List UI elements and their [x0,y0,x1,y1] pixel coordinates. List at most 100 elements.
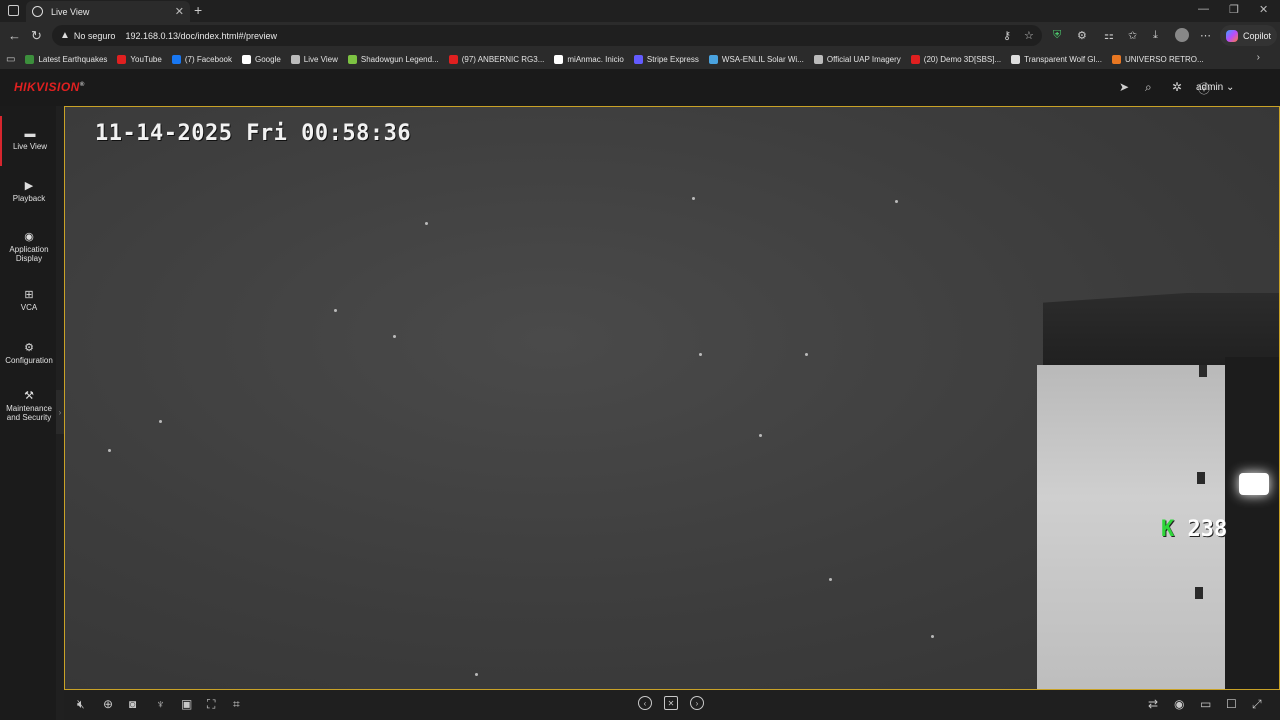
nav-vca[interactable]: ⊞ VCA [0,290,58,313]
bookmark-item[interactable]: Official UAP Imagery [813,54,901,64]
star-dot [475,673,478,676]
star-dot [393,335,396,338]
nav-collapse-handle[interactable]: › [56,390,64,434]
focus-icon[interactable]: ⛶ [207,697,215,712]
tab-close-icon[interactable]: ✕ [175,5,184,18]
nav-live-view[interactable]: ▬ Live View [0,116,58,166]
fullscreen-icon[interactable]: ⤢ [1252,697,1262,712]
bookmark-label: YouTube [130,54,162,64]
bookmark-favicon-icon [241,54,251,64]
restore-icon[interactable]: ❐ [1229,3,1239,16]
bookmark-label: (7) Facebook [184,54,232,64]
bookmark-item[interactable]: YouTube [117,54,162,64]
profile-avatar[interactable] [1175,28,1189,42]
copilot-button[interactable]: Copilot [1220,25,1278,46]
nav-application-display[interactable]: ◉ Application Display [0,231,58,264]
bookmark-item[interactable]: (7) Facebook [171,54,232,64]
bookmark-item[interactable]: miAnmac. Inicio [554,54,624,64]
star-dot [759,434,762,437]
wizard-icon[interactable]: ✲ [1172,80,1182,94]
security-warning[interactable]: No seguro [74,31,116,41]
microphone-icon[interactable]: ♆ [156,697,165,711]
audio-mute-icon[interactable]: 🔇︎ [77,697,85,712]
next-icon[interactable]: › [690,696,704,710]
bookmark-item[interactable]: UNIVERSO RETRO... [1111,54,1204,64]
bookmark-item[interactable]: (20) Demo 3D[SBS]... [910,54,1001,64]
bookmark-item[interactable]: Stripe Express [633,54,699,64]
url-text[interactable]: 192.168.0.13/doc/index.html#/preview [125,31,277,41]
bookmarks-overflow-icon[interactable]: › [1257,52,1260,63]
bookmark-label: Transparent Wolf Gl... [1024,54,1102,64]
more-menu-icon[interactable]: ⋯ [1200,29,1211,42]
send-icon[interactable]: ➤ [1119,80,1129,94]
osd-overlay-badge: K 238 [1161,517,1227,542]
bookmark-item[interactable]: Google [241,54,281,64]
minimize-icon[interactable]: — [1198,3,1209,15]
live-view-video[interactable]: 11-14-2025 Fri 00:58:36 K 238 [64,106,1280,690]
url-field[interactable]: ▲ No seguro 192.168.0.13/doc/index.html#… [52,25,1042,46]
building-window [1195,587,1203,599]
bookmark-favicon-icon [910,54,920,64]
user-menu[interactable]: admin ⌄ [1196,82,1234,93]
bookmark-label: Latest Earthquakes [38,54,108,64]
bookmark-label: Shadowgun Legend... [360,54,439,64]
bookmark-favicon-icon [117,54,127,64]
stop-all-icon[interactable]: ✕ [664,696,678,710]
address-bar: ← ↻ ▲ No seguro 192.168.0.13/doc/index.h… [0,22,1280,49]
new-tab-button[interactable]: + [194,2,202,18]
star-dot [931,635,934,638]
zoom-in-icon[interactable]: ⊕ [103,697,113,711]
region-icon[interactable]: ⌗ [233,697,240,712]
bookmark-item[interactable]: Shadowgun Legend... [347,54,439,64]
bookmark-item[interactable]: WSA-ENLIL Solar Wi... [708,54,804,64]
nav-configuration[interactable]: ⚙ Configuration [0,342,58,366]
nav-maintenance-security[interactable]: ⚒ Maintenance and Security [0,390,58,423]
split-screen-icon[interactable]: ⚏ [1104,29,1114,42]
browser-tab[interactable]: Live View ✕ [26,1,190,22]
back-button[interactable]: ← [8,28,21,43]
extensions-icon[interactable]: ⚙ [1077,29,1087,42]
previous-icon[interactable]: ‹ [638,696,652,710]
shield-extension-icon[interactable]: ⛨ [1053,29,1061,42]
record-icon[interactable]: ◉ [1174,697,1184,711]
sidebar-toggle-icon[interactable] [8,5,19,16]
brand-mark: ® [79,82,85,88]
bookmark-favicon-icon [1011,54,1021,64]
bookmark-favicon-icon [347,54,357,64]
bookmark-label: Official UAP Imagery [826,54,901,64]
copilot-label: Copilot [1243,30,1272,41]
star-dot [159,420,162,423]
bookmark-item[interactable]: (97) ANBERNIC RG3... [448,54,544,64]
layout-icon[interactable]: ☐ [1226,697,1237,711]
star-dot [108,449,111,452]
application-icon: ◉ [24,231,34,243]
nav-label: Live View [12,142,48,151]
favorite-star-icon[interactable]: ☆ [1024,29,1034,42]
favorites-icon[interactable]: ✩ [1128,29,1137,42]
nav-label: Playback [12,194,46,203]
reload-button[interactable]: ↻ [31,28,42,44]
bookmark-item[interactable]: Transparent Wolf Gl... [1011,54,1102,64]
bookmark-favicon-icon [25,54,35,64]
playback-icon: ▶ [24,180,34,192]
bookmark-item[interactable]: Live View [290,54,338,64]
close-window-icon[interactable]: ✕ [1259,3,1268,16]
picture-icon[interactable]: ▣ [181,697,192,711]
downloads-icon[interactable]: ⤓ [1153,29,1158,42]
search-icon[interactable]: ⌕ [1145,80,1152,95]
key-icon[interactable]: ⚷ [1003,29,1011,42]
nav-playback[interactable]: ▶ Playback [0,180,58,204]
copilot-icon [1226,29,1238,42]
bookmark-item[interactable]: Latest Earthquakes [25,54,108,64]
live-view-toolbar: 🔇︎ ⊕ ◙ ♆ ▣ ⛶ ⌗ ‹ ✕ › ⇄ ◉ ▭ ☐ ⤢ [64,690,1280,720]
building-light [1239,473,1269,495]
stream-settings-icon[interactable]: ⇄ [1148,697,1158,711]
maintenance-icon: ⚒ [24,390,34,402]
osd-timestamp: 11-14-2025 Fri 00:58:36 [95,121,412,146]
gear-icon: ⚙ [24,342,34,354]
window-ratio-icon[interactable]: ▭ [1200,697,1211,711]
capture-icon[interactable]: ◙ [129,697,136,711]
reading-list-icon[interactable]: ▭ [6,54,15,65]
bookmark-favicon-icon [171,54,181,64]
building-window [1197,472,1205,484]
